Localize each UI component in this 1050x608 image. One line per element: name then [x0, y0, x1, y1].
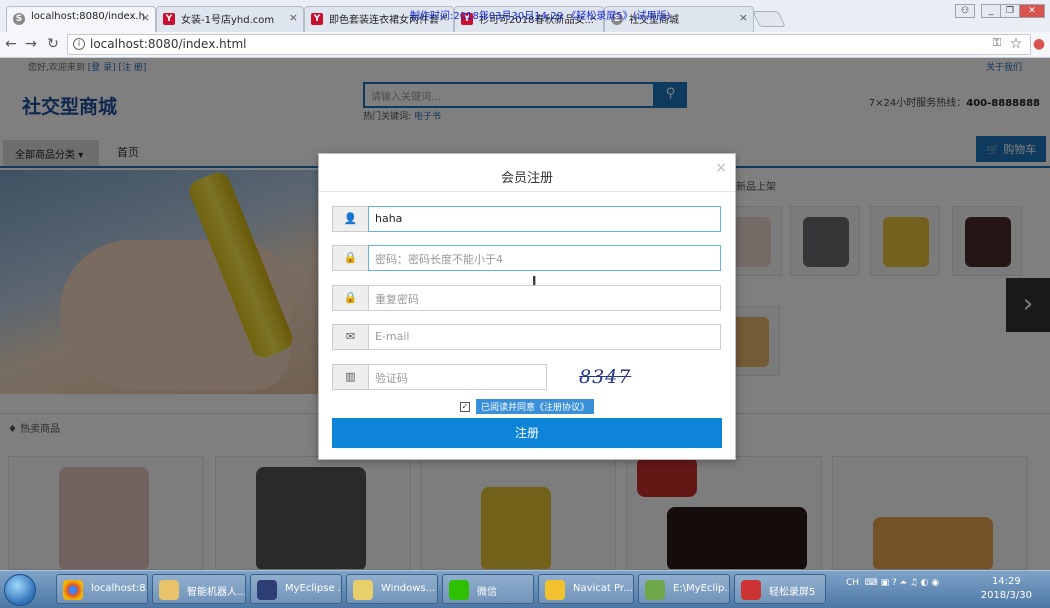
tab-title: 女装-1号店yhd.com: [181, 15, 275, 26]
recorder-icon: [741, 580, 761, 600]
tab-title: localhost:8080/index.h: [31, 11, 145, 22]
captcha-field[interactable]: 验证码: [368, 364, 547, 390]
restore-button[interactable]: ❐: [1000, 4, 1020, 18]
password-field[interactable]: 密码：密码长度不能小于4: [368, 245, 721, 271]
taskbar-item-wechat[interactable]: 微信: [442, 574, 534, 604]
password-row: 🔒 密码：密码长度不能小于4: [332, 245, 722, 271]
system-tray: CH ⌨ ▣ ? ⏶ ♫ ◐ ◉: [846, 578, 939, 588]
extension-icon[interactable]: ●: [1030, 36, 1048, 52]
taskbar-label: Windows...: [381, 583, 436, 594]
taskbar-label: 智能机器人...: [187, 587, 246, 598]
taskbar-label: 轻松录屏5: [769, 587, 816, 598]
url-input[interactable]: i localhost:8080/index.html: [67, 34, 1031, 55]
reload-icon[interactable]: ↻: [44, 36, 62, 52]
captcha-row: ▥ 验证码 8347: [332, 364, 722, 390]
bookmark-star-icon[interactable]: ☆: [1007, 36, 1025, 52]
envelope-icon: ✉: [332, 324, 369, 350]
captcha-image[interactable]: 8347: [579, 366, 631, 388]
address-bar: ← → ↻ i localhost:8080/index.html ⚿ ☆ ●: [0, 32, 1050, 58]
agreement-row: ✓ 已阅读并同意《注册协议》: [319, 399, 735, 414]
text-cursor-icon: I: [532, 274, 537, 288]
system-clock[interactable]: 14:29 2018/3/30: [981, 575, 1032, 603]
minimize-button[interactable]: _: [981, 4, 1001, 18]
taskbar-label: E:\MyEclip...: [673, 583, 730, 594]
register-submit-button[interactable]: 注册: [332, 418, 722, 448]
taskbar-label: localhost:8...: [91, 583, 148, 594]
url-text: localhost:8080/index.html: [90, 37, 247, 51]
chrome-icon: [63, 580, 83, 600]
repeat-password-field[interactable]: 重复密码: [368, 285, 721, 311]
close-tab-icon[interactable]: ×: [141, 11, 150, 24]
close-tab-icon[interactable]: ×: [289, 11, 298, 24]
taskbar-item-editor[interactable]: E:\MyEclip...: [638, 574, 730, 604]
taskbar-item-chrome[interactable]: localhost:8...: [56, 574, 148, 604]
tray-icons[interactable]: ⌨ ▣ ? ⏶ ♫ ◐ ◉: [862, 578, 939, 588]
lock-icon: 🔒: [332, 285, 369, 311]
modal-title: 会员注册: [319, 154, 735, 192]
globe-icon: S: [13, 13, 25, 25]
editor-icon: [645, 580, 665, 600]
tab-yhd-women[interactable]: Y 女装-1号店yhd.com ×: [156, 6, 304, 32]
wechat-icon: [449, 580, 469, 600]
recorder-watermark: 制作时间:2018年03月30日14:29 《轻松录屏5》(试用版): [410, 11, 671, 22]
clock-time: 14:29: [991, 576, 1021, 587]
close-tab-icon[interactable]: ×: [739, 11, 748, 24]
folder-icon: [353, 580, 373, 600]
user-icon[interactable]: ⚇: [955, 4, 975, 18]
taskbar-label: Navicat Pr...: [573, 583, 633, 594]
taskbar-item-robot[interactable]: 智能机器人...: [152, 574, 246, 604]
barcode-icon: ▥: [332, 364, 369, 390]
taskbar-label: 微信: [477, 587, 497, 598]
myeclipse-icon: [257, 580, 277, 600]
user-icon: 👤: [332, 206, 369, 232]
navicat-icon: [545, 580, 565, 600]
lock-icon: 🔒: [332, 245, 369, 271]
close-icon[interactable]: ×: [715, 160, 727, 176]
taskbar: localhost:8... 智能机器人... MyEclipse ... Wi…: [0, 570, 1050, 608]
username-row: 👤 haha: [332, 206, 722, 232]
taskbar-item-recorder[interactable]: 轻松录屏5: [734, 574, 826, 604]
email-field[interactable]: E-mail: [368, 324, 721, 350]
back-arrow-icon[interactable]: ←: [2, 36, 20, 52]
clock-date: 2018/3/30: [980, 590, 1032, 601]
page-content: 您好,欢迎来到 [登 录] [注 册] 关于我们 社交型商城 请输入关键词...…: [0, 58, 1050, 570]
language-indicator[interactable]: CH: [846, 578, 859, 588]
forward-arrow-icon[interactable]: →: [22, 36, 40, 52]
register-modal: 会员注册 × 👤 haha 🔒 密码：密码长度不能小于4 🔒 重复密码 ✉ E-…: [318, 153, 736, 460]
window-close-button[interactable]: ✕: [1019, 4, 1045, 18]
yhd-icon: Y: [311, 13, 323, 25]
info-icon[interactable]: i: [73, 38, 85, 50]
agreement-link[interactable]: 已阅读并同意《注册协议》: [475, 399, 594, 414]
email-row: ✉ E-mail: [332, 324, 722, 350]
repeat-password-row: 🔒 重复密码: [332, 285, 722, 311]
taskbar-label: MyEclipse ...: [285, 583, 342, 594]
yhd-icon: Y: [163, 13, 175, 25]
username-field[interactable]: haha: [368, 206, 721, 232]
start-button[interactable]: [4, 574, 36, 606]
taskbar-item-explorer[interactable]: Windows...: [346, 574, 438, 604]
key-icon[interactable]: ⚿: [988, 36, 1006, 50]
taskbar-item-myeclipse[interactable]: MyEclipse ...: [250, 574, 342, 604]
tab-localhost-index[interactable]: S localhost:8080/index.h ×: [6, 6, 156, 32]
taskbar-item-navicat[interactable]: Navicat Pr...: [538, 574, 634, 604]
robot-icon: [159, 580, 179, 600]
new-tab-button[interactable]: [752, 11, 786, 27]
agree-checkbox[interactable]: ✓: [459, 401, 470, 412]
